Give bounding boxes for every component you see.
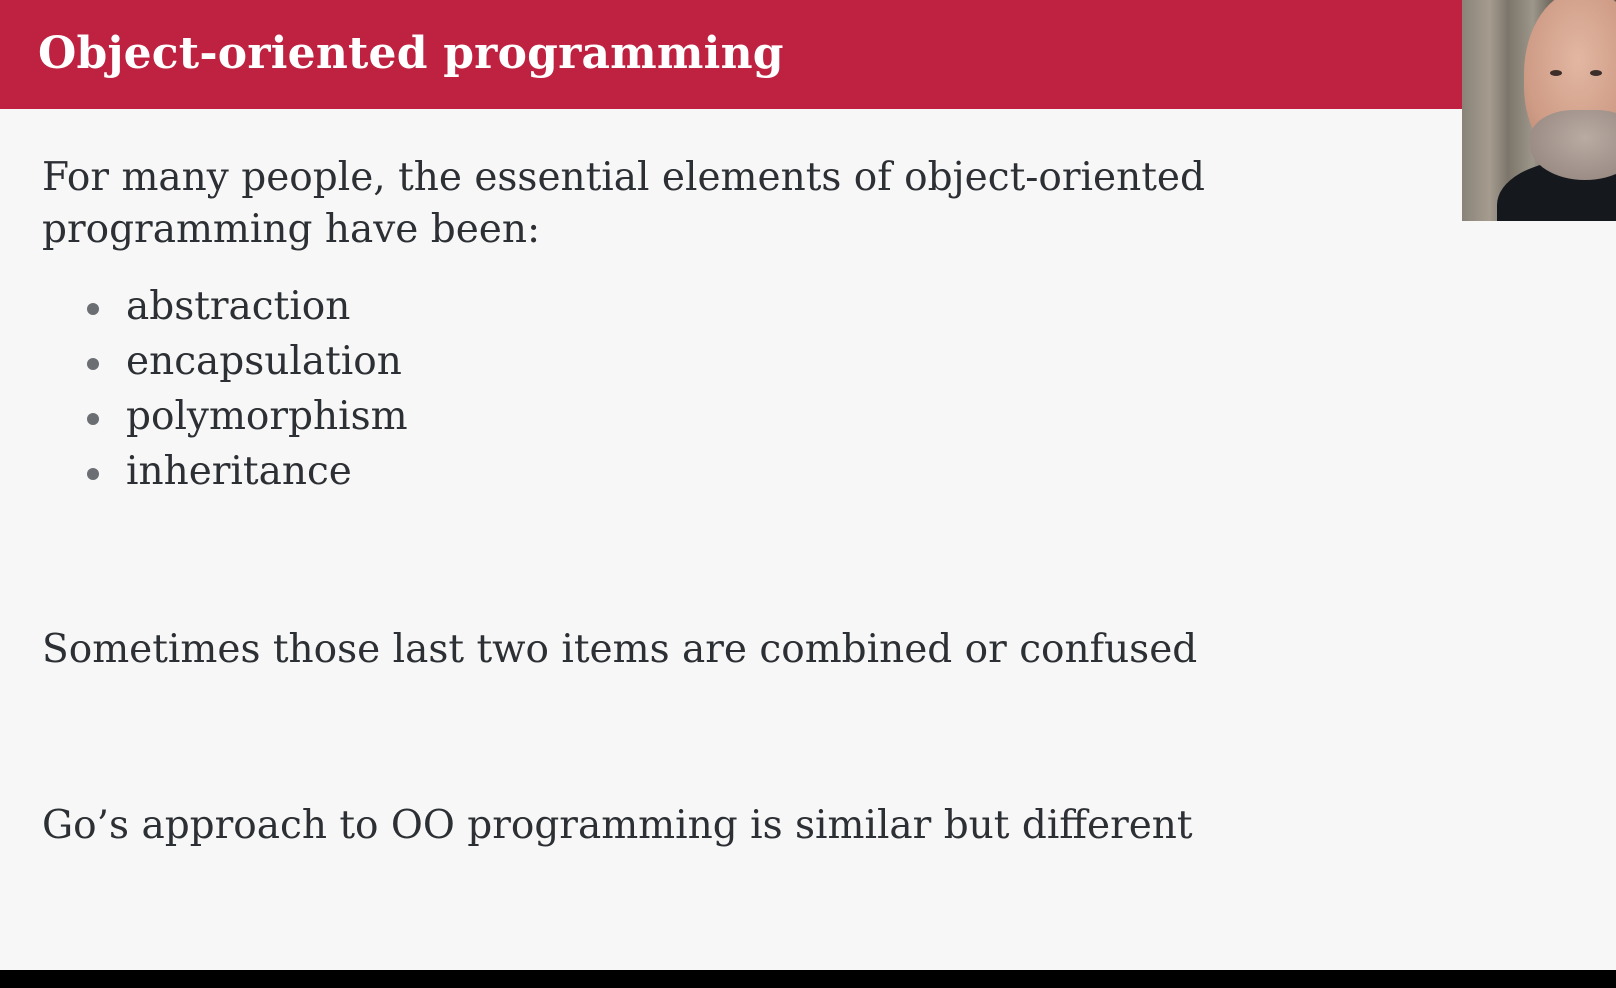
- bullet-list: abstraction encapsulation polymorphism i…: [85, 279, 408, 499]
- list-item: encapsulation: [85, 334, 408, 389]
- bullet-text: encapsulation: [126, 339, 402, 384]
- bullet-text: abstraction: [126, 284, 351, 329]
- bullet-icon: [87, 358, 99, 370]
- bullet-icon: [87, 413, 99, 425]
- slide: Object-oriented programming For many peo…: [0, 0, 1616, 970]
- bullet-text: inheritance: [126, 449, 352, 494]
- bullet-icon: [87, 468, 99, 480]
- list-item: abstraction: [85, 279, 408, 334]
- presenter-eye: [1550, 70, 1562, 76]
- combined-note: Sometimes those last two items are combi…: [42, 627, 1198, 672]
- list-item: polymorphism: [85, 389, 408, 444]
- list-item: inheritance: [85, 444, 408, 499]
- presenter-eye: [1590, 70, 1602, 76]
- intro-paragraph: For many people, the essential elements …: [42, 155, 1205, 252]
- title-bar: Object-oriented programming: [0, 0, 1462, 109]
- bullet-text: polymorphism: [126, 394, 408, 439]
- go-approach-note: Go’s approach to OO programming is simil…: [42, 803, 1193, 848]
- presenter-webcam: [1462, 0, 1616, 221]
- bullet-icon: [87, 303, 99, 315]
- slide-title: Object-oriented programming: [38, 28, 784, 79]
